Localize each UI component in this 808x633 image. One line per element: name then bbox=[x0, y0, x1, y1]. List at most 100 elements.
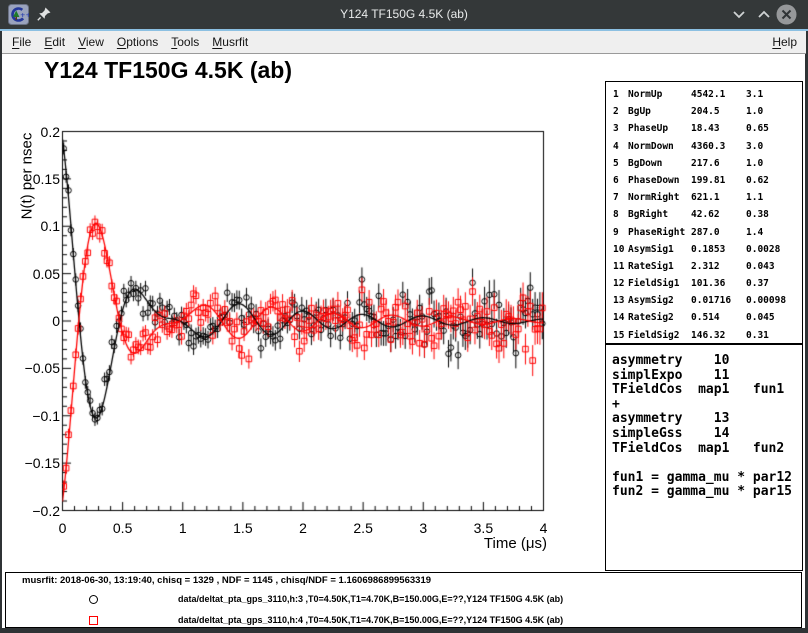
theory-line: asymmetry 13 bbox=[612, 412, 802, 427]
param-name: RateSig1 bbox=[628, 258, 691, 275]
menu-item-tools[interactable]: Tools bbox=[171, 35, 199, 49]
param-error: 1.1 bbox=[746, 189, 802, 206]
param-error: 0.37 bbox=[746, 275, 802, 292]
param-name: BgRight bbox=[628, 206, 691, 223]
theory-box[interactable]: asymmetry 10simplExpo 11TFieldCos map1 f… bbox=[605, 344, 803, 571]
param-error: 0.00098 bbox=[746, 292, 802, 309]
param-error: 3.0 bbox=[746, 138, 802, 155]
param-name: PhaseDown bbox=[628, 172, 691, 189]
param-row: 6PhaseDown199.810.62 bbox=[613, 172, 802, 189]
y-tick-label: −0.15 bbox=[2, 455, 60, 471]
param-row: 2BgUp204.51.0 bbox=[613, 103, 802, 120]
y-tick-label: 0.05 bbox=[2, 266, 60, 282]
param-name: BgDown bbox=[628, 155, 691, 172]
param-value: 199.81 bbox=[691, 172, 746, 189]
param-name: NormUp bbox=[628, 86, 691, 103]
param-error: 0.38 bbox=[746, 206, 802, 223]
fit-summary-line: musrfit: 2018-06-30, 13:19:40, chisq = 1… bbox=[22, 575, 431, 586]
param-row: 10AsymSig10.18530.0028 bbox=[613, 241, 802, 258]
maximize-button[interactable] bbox=[756, 8, 772, 22]
param-row: 4NormDown4360.33.0 bbox=[613, 138, 802, 155]
x-tick-label: 4 bbox=[522, 520, 566, 536]
y-tick-label: 0 bbox=[2, 313, 60, 329]
param-row: 5BgDown217.61.0 bbox=[613, 155, 802, 172]
y-tick-label: 0.1 bbox=[2, 218, 60, 234]
musrfit-window: ++ Y124 TF150G 4.5K (ab) File Edit View Opt… bbox=[0, 0, 808, 633]
close-button[interactable] bbox=[776, 4, 797, 25]
window-titlebar[interactable]: ++ Y124 TF150G 4.5K (ab) bbox=[0, 0, 808, 29]
minimize-button[interactable] bbox=[731, 8, 747, 22]
param-value: 0.514 bbox=[691, 309, 746, 326]
param-number: 4 bbox=[613, 138, 628, 155]
param-number: 6 bbox=[613, 172, 628, 189]
x-tick-label: 3 bbox=[401, 520, 445, 536]
menubar: File Edit View Options Tools Musrfit Help bbox=[2, 31, 806, 54]
param-number: 11 bbox=[613, 258, 628, 275]
param-value: 204.5 bbox=[691, 103, 746, 120]
param-error: 0.045 bbox=[746, 309, 802, 326]
param-error: 0.043 bbox=[746, 258, 802, 275]
legend-circle-marker bbox=[89, 595, 98, 604]
param-name: PhaseUp bbox=[628, 120, 691, 137]
x-tick-label: 1.5 bbox=[221, 520, 265, 536]
theory-line: fun1 = gamma_mu * par12 bbox=[612, 471, 802, 486]
param-value: 4542.1 bbox=[691, 86, 746, 103]
menu-item-view[interactable]: View bbox=[78, 35, 104, 49]
param-value: 287.0 bbox=[691, 224, 746, 241]
param-value: 18.43 bbox=[691, 120, 746, 137]
root-canvas: Y124 TF150G 4.5K (ab) N(t) per nsec Time… bbox=[2, 54, 805, 628]
theory-line: simpleGss 14 bbox=[612, 427, 802, 442]
param-error: 0.65 bbox=[746, 120, 802, 137]
theory-line: asymmetry 10 bbox=[612, 354, 802, 369]
param-name: FieldSig2 bbox=[628, 327, 691, 344]
menu-item-edit[interactable]: Edit bbox=[44, 35, 65, 49]
y-tick-label: 0.2 bbox=[2, 124, 60, 140]
x-tick-label: 0 bbox=[41, 520, 85, 536]
legend-entry-text: data/deltat_pta_gps_3110,h:4 ,T0=4.50K,T… bbox=[178, 615, 563, 625]
param-name: PhaseRight bbox=[628, 224, 691, 241]
menu-item-help[interactable]: Help bbox=[772, 35, 797, 49]
menu-item-options[interactable]: Options bbox=[117, 35, 158, 49]
plot-title: Y124 TF150G 4.5K (ab) bbox=[44, 57, 292, 84]
param-value: 621.1 bbox=[691, 189, 746, 206]
param-row: 11RateSig12.3120.043 bbox=[613, 258, 802, 275]
x-axis-title: Time (μs) bbox=[475, 535, 547, 552]
chevron-up-icon bbox=[759, 12, 769, 17]
param-number: 9 bbox=[613, 224, 628, 241]
menu-item-file[interactable]: File bbox=[12, 35, 31, 49]
param-error: 1.0 bbox=[746, 103, 802, 120]
x-tick-label: 2 bbox=[281, 520, 325, 536]
param-name: AsymSig1 bbox=[628, 241, 691, 258]
param-number: 12 bbox=[613, 275, 628, 292]
menu-item-musrfit[interactable]: Musrfit bbox=[212, 35, 248, 49]
param-row: 9PhaseRight287.01.4 bbox=[613, 224, 802, 241]
param-value: 0.01716 bbox=[691, 292, 746, 309]
param-value: 42.62 bbox=[691, 206, 746, 223]
legend-entry-text: data/deltat_pta_gps_3110,h:3 ,T0=4.50K,T… bbox=[178, 594, 563, 604]
param-number: 13 bbox=[613, 292, 628, 309]
param-error: 3.1 bbox=[746, 86, 802, 103]
param-value: 4360.3 bbox=[691, 138, 746, 155]
theory-line: TFieldCos map1 fun1 bbox=[612, 383, 802, 398]
param-error: 0.62 bbox=[746, 172, 802, 189]
param-name: NormDown bbox=[628, 138, 691, 155]
param-error: 1.4 bbox=[746, 224, 802, 241]
x-tick-label: 3.5 bbox=[461, 520, 505, 536]
param-number: 1 bbox=[613, 86, 628, 103]
param-name: AsymSig2 bbox=[628, 292, 691, 309]
theory-line: + bbox=[612, 398, 802, 413]
theory-line bbox=[612, 456, 802, 471]
param-number: 3 bbox=[613, 120, 628, 137]
param-number: 14 bbox=[613, 309, 628, 326]
parameter-stat-box[interactable]: 1NormUp4542.13.12BgUp204.51.03PhaseUp18.… bbox=[605, 81, 803, 344]
param-value: 146.32 bbox=[691, 327, 746, 344]
param-row: 13AsymSig20.017160.00098 bbox=[613, 292, 802, 309]
legend-square-marker bbox=[89, 616, 98, 625]
param-number: 10 bbox=[613, 241, 628, 258]
param-value: 2.312 bbox=[691, 258, 746, 275]
param-name: FieldSig1 bbox=[628, 275, 691, 292]
param-row: 3PhaseUp18.430.65 bbox=[613, 120, 802, 137]
chevron-down-icon bbox=[734, 12, 744, 17]
theory-line: fun2 = gamma_mu * par15 bbox=[612, 485, 802, 500]
y-tick-label: 0.15 bbox=[2, 171, 60, 187]
